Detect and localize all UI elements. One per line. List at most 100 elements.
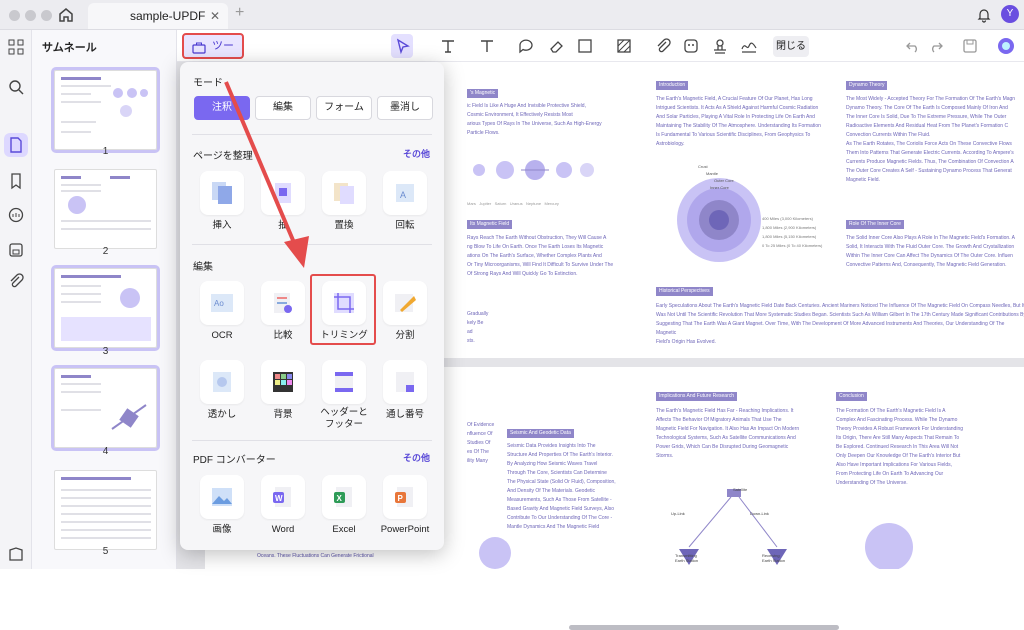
mode-form-button[interactable]: フォーム (316, 96, 372, 120)
to-excel-tool-label: Excel (332, 524, 356, 535)
extract-tool[interactable] (261, 171, 305, 215)
split-tool[interactable] (383, 281, 427, 325)
header-footer-tool[interactable] (322, 360, 366, 404)
insert-tool-label: 挿入 (212, 220, 232, 231)
thumbnail-panel: サムネール 1 2 3 4 5 (32, 30, 205, 569)
section-heading: Role Of The Inner Core (846, 220, 904, 229)
svg-text:X: X (337, 494, 343, 503)
page-thumbnail[interactable] (54, 470, 157, 550)
replace-tool[interactable] (322, 171, 366, 215)
tools-popup: モード 注釈 編集 フォーム 墨消し ページを整理 その他 挿入 抽 置換 A … (180, 62, 444, 550)
attachment-box-icon[interactable] (7, 241, 25, 259)
text-icon[interactable] (439, 37, 457, 55)
section-heading: Introduction (656, 81, 689, 90)
bookmark-icon[interactable] (7, 172, 25, 190)
close-window-button[interactable] (9, 10, 20, 21)
stamp-icon[interactable] (711, 37, 729, 55)
rotate-pages-icon: A (396, 184, 414, 202)
tools-button[interactable]: ツール (182, 33, 244, 74)
grid-icon[interactable] (7, 38, 25, 56)
bell-icon[interactable] (976, 7, 992, 28)
section-text: ic Field Is Like A Huge And Invisible Pr… (467, 103, 602, 136)
to-word-tool-label: Word (271, 524, 295, 535)
numbering-icon (396, 372, 414, 392)
word-icon: W (273, 487, 291, 507)
ocr-tool[interactable]: Ao (200, 281, 244, 325)
save-icon[interactable] (961, 37, 979, 55)
pointer-icon[interactable] (394, 37, 412, 55)
hatch-area-icon[interactable] (615, 37, 633, 55)
page-thumbnail[interactable] (51, 67, 160, 153)
background-tool[interactable] (261, 360, 305, 404)
background-icon (273, 372, 293, 392)
down-link-label: Down-Link (750, 511, 769, 516)
undo-icon[interactable] (904, 37, 922, 55)
signature-icon[interactable] (740, 37, 758, 55)
text-box-icon[interactable] (478, 37, 496, 55)
new-tab-button[interactable]: + (235, 4, 244, 22)
attach-icon[interactable] (654, 37, 672, 55)
sticker-icon[interactable] (682, 37, 700, 55)
compare-tool[interactable] (261, 281, 305, 325)
background-tool-label: 背景 (273, 409, 293, 420)
redo-icon[interactable] (927, 37, 945, 55)
to-excel-tool[interactable]: X (322, 475, 366, 519)
svg-text:W: W (275, 494, 283, 503)
receiving-label: Receiving Earth Station (762, 553, 786, 563)
page-number: 5 (102, 546, 109, 557)
section-text: Rays Reach The Earth Without Obstruction… (467, 235, 614, 277)
mode-edit-button[interactable]: 編集 (255, 96, 311, 120)
section-heading: Dynamo Theory (846, 81, 888, 90)
bates-numbering-tool[interactable] (383, 360, 427, 404)
divider (192, 134, 432, 135)
organize-more-link[interactable]: その他 (403, 147, 430, 160)
watermark-icon (213, 372, 231, 392)
organize-pages-label: ページを整理 (193, 151, 253, 162)
insert-tool[interactable] (200, 171, 244, 215)
page-thumbnail[interactable] (54, 169, 157, 249)
document-tab[interactable]: sample-UPDF ✕ (88, 3, 228, 29)
close-toolbar-button[interactable]: 閉じる (773, 36, 809, 57)
home-icon[interactable] (56, 5, 76, 25)
ocr-tool-label: OCR (211, 330, 233, 341)
watermark-tool[interactable] (200, 360, 244, 404)
page-thumbnail[interactable] (51, 365, 160, 451)
planets-illustration (473, 160, 594, 180)
divider (192, 244, 432, 245)
search-icon[interactable] (7, 78, 25, 96)
toolbox-icon (192, 40, 206, 62)
section-text: Early Speculations About The Earth's Mag… (656, 303, 1024, 345)
thumbnail-panel-title: サムネール (42, 42, 97, 54)
converter-more-link[interactable]: その他 (403, 451, 430, 464)
comment-bubble-icon[interactable] (517, 37, 535, 55)
to-word-tool[interactable]: W (261, 475, 305, 519)
crop-tool-highlight (310, 274, 376, 345)
horizontal-scrollbar[interactable] (569, 625, 839, 630)
rotate-tool[interactable]: A (383, 171, 427, 215)
close-tab-icon[interactable]: ✕ (210, 3, 220, 29)
eraser-icon[interactable] (548, 37, 566, 55)
svg-text:P: P (398, 494, 404, 503)
to-powerpoint-tool[interactable]: P (383, 475, 427, 519)
edit-label: 編集 (193, 262, 213, 273)
section-heading: Historical Perspectives (656, 287, 713, 296)
page-number: 4 (102, 446, 109, 457)
rectangle-icon[interactable] (576, 37, 594, 55)
mode-redact-button[interactable]: 墨消し (377, 96, 433, 120)
extract-tool-label: 抽 (278, 220, 288, 231)
page-thumbnail[interactable] (51, 265, 160, 351)
earth-layer-labels: Crust Mantle Outer Core Inner Core (698, 164, 734, 190)
ai-assistant-icon[interactable] (997, 37, 1015, 55)
to-image-tool-label: 画像 (212, 524, 232, 535)
section-text: Oceans. These Fluctuations Can Generate … (257, 553, 374, 559)
to-image-tool[interactable] (200, 475, 244, 519)
earth-depth-labels: 400 Miles (3,000 Kilometers) 1,800 Miles… (762, 216, 823, 248)
avatar[interactable]: Y (1001, 5, 1019, 23)
document-icon[interactable] (7, 136, 25, 154)
zoom-window-button[interactable] (41, 10, 52, 21)
paperclip-icon[interactable] (7, 272, 25, 290)
mode-annotate-button[interactable]: 注釈 (194, 96, 250, 120)
comment-icon[interactable] (7, 206, 25, 224)
layers-icon[interactable] (7, 545, 25, 563)
minimize-window-button[interactable] (25, 10, 36, 21)
